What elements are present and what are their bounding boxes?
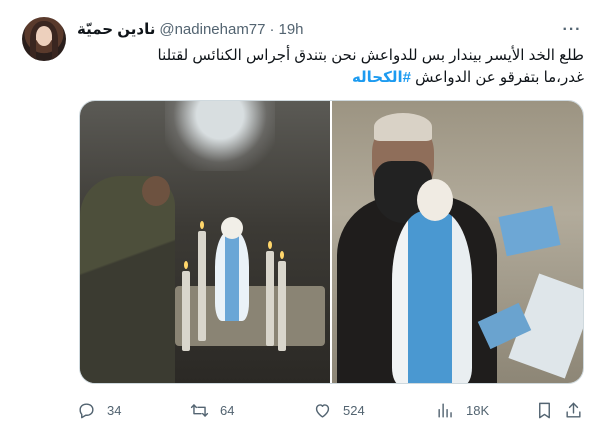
action-bar: 34 64 524 18K [77,396,584,424]
media-photo-right[interactable] [332,101,583,383]
share-button[interactable] [564,396,583,424]
more-options-button[interactable]: ··· [560,20,584,40]
window-light [165,101,275,171]
candle-flame-icon [200,221,204,229]
candle [278,261,286,351]
bookmark-button[interactable] [535,396,554,424]
candle-flame-icon [268,241,272,249]
candle [182,271,190,351]
broken-statue [392,211,472,383]
retweet-count: 64 [220,402,235,418]
more-horizontal-icon: ··· [562,21,582,38]
candle [198,231,206,341]
statue-head [221,217,243,239]
broken-statue-head [417,179,453,221]
avatar[interactable] [22,17,66,61]
retweet-button[interactable]: 64 [190,396,234,424]
reply-button[interactable]: 34 [77,396,121,424]
virgin-mary-statue [215,231,249,321]
tweet-text-line-2-body: غدر،ما بتفرقو عن الدواعش [415,69,584,86]
statue-shard [498,205,561,257]
like-count: 524 [343,402,365,418]
like-button[interactable]: 524 [313,396,365,424]
tweet-text-line-1: طلع الخد الأيسر بيندار بس للدواعش نحن بت… [157,47,585,64]
media-grid [79,100,584,384]
tweet-text: طلع الخد الأيسر بيندار بس للدواعش نحن بت… [77,45,585,89]
reply-icon [79,402,94,418]
cleric-cap [374,113,432,141]
tweet-header: نادين حميّة @nadineham77 · 19h [77,19,304,39]
views-button[interactable]: 18K [436,396,489,424]
soldier-head [142,176,170,206]
views-icon [438,402,452,418]
reply-count: 34 [107,402,122,418]
media-photo-left[interactable] [80,101,330,383]
separator-dot: · [269,20,275,38]
avatar-face [36,26,52,46]
timestamp[interactable]: 19h [279,21,304,38]
bookmark-icon [539,402,550,418]
views-count: 18K [466,402,490,418]
candle-flame-icon [280,251,284,259]
heart-icon [315,403,330,418]
tweet-card[interactable]: نادين حميّة @nadineham77 · 19h ··· طلع ا… [0,0,604,432]
hashtag-link[interactable]: #الكحاله [352,69,411,86]
display-name[interactable]: نادين حميّة [77,20,155,38]
candle-flame-icon [184,261,188,269]
retweet-icon [190,403,209,417]
share-icon [566,402,581,418]
candle [266,251,274,346]
tweet-text-line-2: غدر،ما بتفرقو عن الدواعش #الكحاله [77,67,584,89]
user-handle[interactable]: @nadineham77 [159,21,265,38]
soldier-figure [80,176,175,383]
